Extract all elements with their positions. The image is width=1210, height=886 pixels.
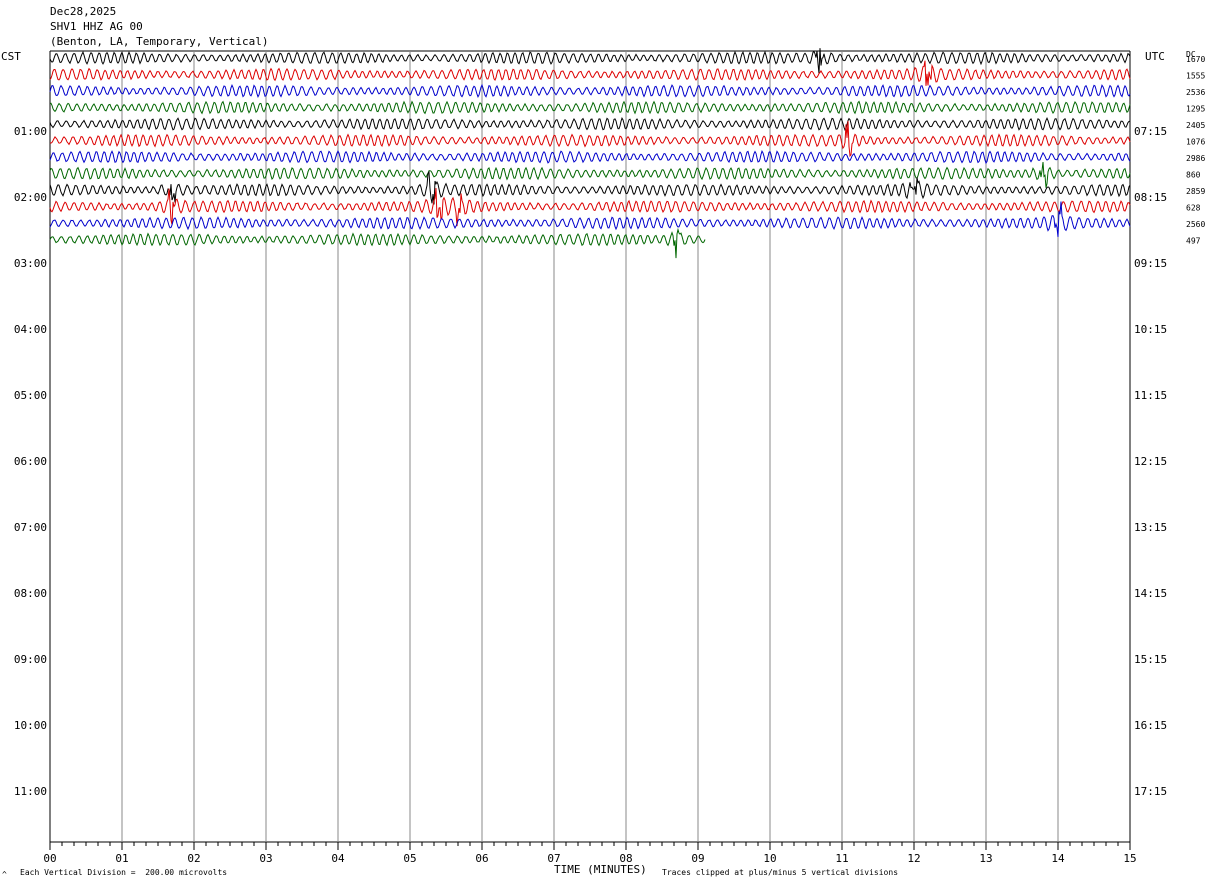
clip-note: Traces clipped at plus/minus 5 vertical … bbox=[662, 868, 899, 877]
x-tick-label: 01 bbox=[115, 852, 128, 865]
utc-hour-label: 09:15 bbox=[1134, 257, 1167, 270]
cst-hour-label: 08:00 bbox=[14, 587, 47, 600]
cst-hour-label: 02:00 bbox=[14, 191, 47, 204]
seismic-trace bbox=[49, 161, 1131, 188]
x-tick-label: 14 bbox=[1051, 852, 1065, 865]
dc-offset-label: 2536 bbox=[1186, 88, 1205, 97]
dc-offset-label: 497 bbox=[1186, 237, 1201, 246]
cst-hour-label: 11:00 bbox=[14, 785, 47, 798]
cst-hour-label: 07:00 bbox=[14, 521, 47, 534]
cst-hour-label: 09:00 bbox=[14, 653, 47, 666]
seismic-trace bbox=[49, 121, 1131, 158]
x-tick-label: 05 bbox=[403, 852, 416, 865]
utc-hour-label: 11:15 bbox=[1134, 389, 1167, 402]
dc-offset-label: 2560 bbox=[1186, 220, 1205, 229]
seismic-trace bbox=[49, 149, 1131, 165]
seismic-trace bbox=[49, 60, 1131, 86]
cst-hour-label: 10:00 bbox=[14, 719, 47, 732]
dc-offset-label: 1555 bbox=[1186, 72, 1205, 81]
utc-hour-label: 08:15 bbox=[1134, 191, 1167, 204]
utc-hour-label: 14:15 bbox=[1134, 587, 1167, 600]
x-tick-label: 04 bbox=[331, 852, 345, 865]
x-tick-label: 15 bbox=[1123, 852, 1136, 865]
seismic-trace bbox=[49, 201, 1131, 238]
utc-hour-label: 12:15 bbox=[1134, 455, 1167, 468]
utc-hour-label: 17:15 bbox=[1134, 785, 1167, 798]
x-tick-label: 09 bbox=[691, 852, 704, 865]
cst-hour-label: 06:00 bbox=[14, 455, 47, 468]
cst-hour-label: 03:00 bbox=[14, 257, 47, 270]
cst-hour-label: 04:00 bbox=[14, 323, 47, 336]
x-tick-label: 02 bbox=[187, 852, 200, 865]
seismic-trace bbox=[49, 227, 706, 259]
helicorder-plot: 00 01 02 03 04 05 06 07 08 09 10 11 12 13 14 1501:0002:… bbox=[14, 48, 1205, 865]
dc-offset-label: 2986 bbox=[1186, 154, 1205, 163]
dc-offset-label: 628 bbox=[1186, 204, 1201, 213]
x-tick-label: 12 bbox=[907, 852, 920, 865]
x-tick-label: 00 bbox=[43, 852, 56, 865]
seismic-trace bbox=[49, 116, 1131, 132]
cst-hour-label: 05:00 bbox=[14, 389, 47, 402]
corner-mark: ^ bbox=[2, 870, 7, 879]
dc-offset-label: 1295 bbox=[1186, 105, 1205, 114]
seismic-trace bbox=[49, 100, 1131, 115]
dc-offset-label: 1076 bbox=[1186, 138, 1205, 147]
dc-offset-label: 1670 bbox=[1186, 55, 1205, 64]
utc-hour-label: 07:15 bbox=[1134, 125, 1167, 138]
utc-hour-label: 16:15 bbox=[1134, 719, 1167, 732]
cst-hour-label: 01:00 bbox=[14, 125, 47, 138]
x-tick-label: 10 bbox=[763, 852, 776, 865]
scale-note: Each Vertical Division = 200.00 microvol… bbox=[20, 868, 228, 877]
seismic-trace bbox=[49, 83, 1131, 98]
dc-offset-label: 2859 bbox=[1186, 187, 1205, 196]
utc-hour-label: 10:15 bbox=[1134, 323, 1167, 336]
x-axis-title: TIME (MINUTES) bbox=[554, 863, 647, 876]
x-tick-label: 11 bbox=[835, 852, 848, 865]
x-tick-label: 13 bbox=[979, 852, 992, 865]
x-tick-label: 03 bbox=[259, 852, 272, 865]
utc-hour-label: 15:15 bbox=[1134, 653, 1167, 666]
dc-offset-label: 2405 bbox=[1186, 121, 1205, 130]
utc-hour-label: 13:15 bbox=[1134, 521, 1167, 534]
x-tick-label: 06 bbox=[475, 852, 488, 865]
dc-offset-label: 860 bbox=[1186, 171, 1201, 180]
